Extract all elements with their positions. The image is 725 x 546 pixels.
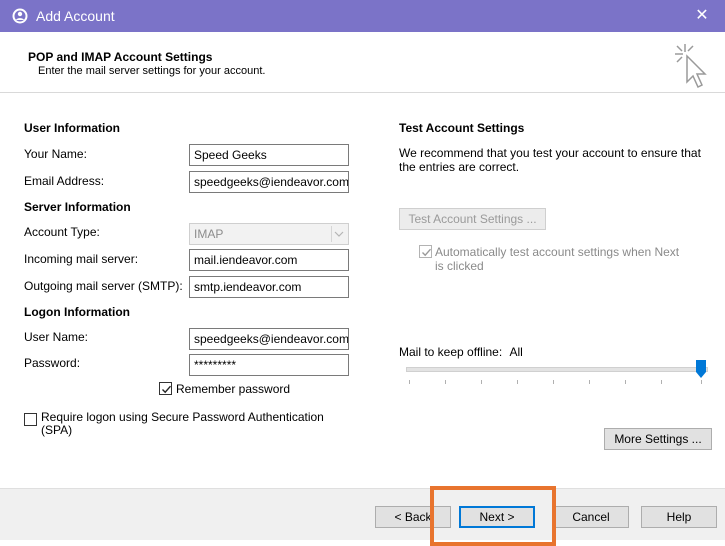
remember-password-checkbox[interactable]	[159, 382, 172, 395]
outgoing-server-input[interactable]: smtp.iendeavor.com	[189, 276, 349, 298]
logon-information-heading: Logon Information	[24, 305, 130, 319]
slider-tick	[445, 380, 446, 384]
slider-tick	[701, 380, 702, 384]
spa-label-line1: Require logon using Secure Password Auth…	[41, 410, 324, 424]
test-account-settings-button[interactable]: Test Account Settings ...	[399, 208, 546, 230]
mail-offline-value: All	[509, 345, 523, 359]
slider-tick	[553, 380, 554, 384]
help-button[interactable]: Help	[641, 506, 717, 528]
your-name-input[interactable]: Speed Geeks	[189, 144, 349, 166]
next-button-highlight	[430, 486, 556, 546]
offline-slider-track[interactable]	[406, 367, 708, 372]
outgoing-server-label: Outgoing mail server (SMTP):	[24, 279, 183, 293]
spa-label-line2: (SPA)	[41, 423, 73, 437]
test-settings-heading: Test Account Settings	[399, 121, 525, 135]
more-settings-button[interactable]: More Settings ...	[604, 428, 712, 450]
cancel-button[interactable]: Cancel	[553, 506, 629, 528]
slider-tick	[661, 380, 662, 384]
your-name-label: Your Name:	[24, 147, 87, 161]
auto-test-checkbox[interactable]	[419, 245, 432, 258]
dialog-header: POP and IMAP Account Settings Enter the …	[0, 32, 725, 93]
email-address-label: Email Address:	[24, 174, 105, 188]
server-information-heading: Server Information	[24, 200, 131, 214]
page-subtitle: Enter the mail server settings for your …	[38, 65, 266, 77]
window-title: Add Account	[36, 8, 115, 24]
spa-checkbox[interactable]	[24, 413, 37, 426]
slider-tick	[409, 380, 410, 384]
outlook-icon	[12, 8, 28, 24]
incoming-server-label: Incoming mail server:	[24, 252, 139, 266]
cursor-click-icon	[675, 44, 707, 89]
user-name-input[interactable]: speedgeeks@iendeavor.com	[189, 328, 349, 350]
password-label: Password:	[24, 356, 81, 370]
test-description-line1: We recommend that you test your account …	[399, 146, 701, 160]
close-button[interactable]: ✕	[679, 0, 725, 32]
slider-tick	[517, 380, 518, 384]
password-input[interactable]: *********	[189, 354, 349, 376]
account-type-label: Account Type:	[24, 225, 100, 239]
slider-tick	[589, 380, 590, 384]
chevron-down-icon	[331, 226, 346, 242]
title-bar: Add Account ✕	[0, 0, 725, 32]
user-name-label: User Name:	[24, 330, 89, 344]
page-title: POP and IMAP Account Settings	[28, 50, 213, 64]
account-type-value: IMAP	[194, 227, 224, 241]
user-information-heading: User Information	[24, 121, 121, 135]
slider-tick	[481, 380, 482, 384]
account-type-select: IMAP	[189, 223, 349, 245]
offline-slider-thumb[interactable]	[696, 360, 706, 378]
mail-offline-text: Mail to keep offline:	[399, 345, 503, 359]
remember-password-label: Remember password	[176, 382, 291, 396]
slider-tick	[625, 380, 626, 384]
mail-offline-label: Mail to keep offline: All	[399, 345, 523, 359]
auto-test-label-line2: is clicked	[435, 259, 484, 273]
auto-test-label-line1: Automatically test account settings when…	[435, 245, 680, 259]
email-address-input[interactable]: speedgeeks@iendeavor.com	[189, 171, 349, 193]
incoming-server-input[interactable]: mail.iendeavor.com	[189, 249, 349, 271]
test-description-line2: the entries are correct.	[399, 160, 520, 174]
